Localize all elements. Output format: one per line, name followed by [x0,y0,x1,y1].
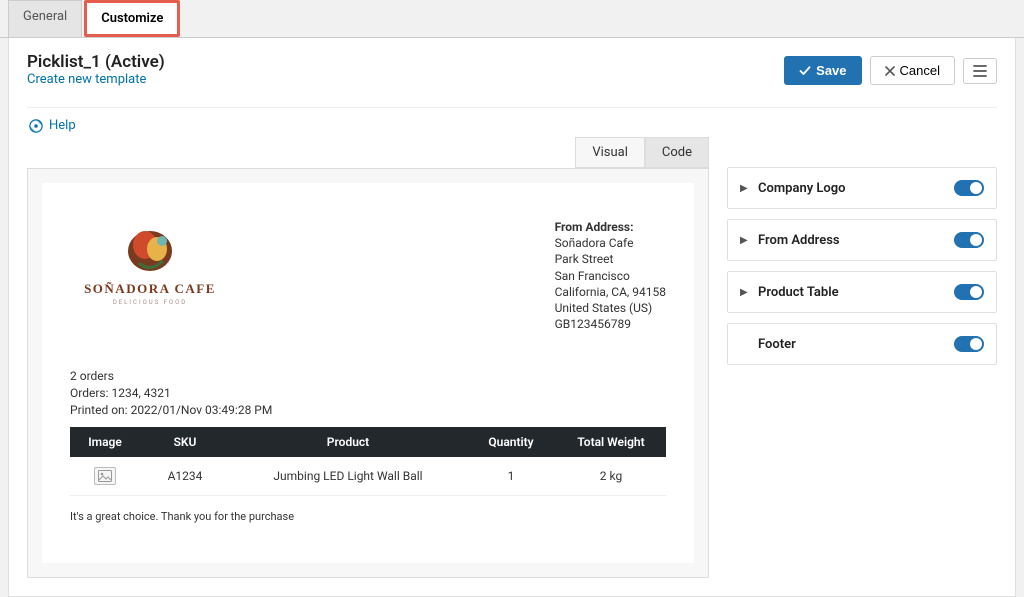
preview-tabs: Visual Code [27,137,709,168]
panel-company-logo[interactable]: ▶ Company Logo [727,167,997,209]
save-button-label: Save [816,63,846,78]
from-address-line: United States (US) [555,300,666,316]
th-qty: Quantity [466,427,556,457]
panel-label: Company Logo [758,181,944,196]
cell-qty: 1 [466,457,556,496]
save-button[interactable]: Save [784,56,861,85]
from-address-label: From Address: [555,219,666,235]
company-logo-block: SOÑADORA CAFE DELICIOUS FOOD [70,219,230,332]
orders-summary: 2 orders Orders: 1234, 4321 Printed on: … [70,368,666,418]
company-logo-name: SOÑADORA CAFE [70,281,230,297]
create-template-link[interactable]: Create new template [27,72,146,87]
cell-product: Jumbing LED Light Wall Ball [230,457,466,496]
content-card: Picklist_1 (Active) Create new template … [8,38,1016,597]
th-weight: Total Weight [556,427,666,457]
toggle-footer[interactable] [954,336,984,352]
preview-column: Visual Code [27,137,709,578]
cell-sku: A1234 [140,457,230,496]
company-logo-tagline: DELICIOUS FOOD [70,299,230,306]
tab-general[interactable]: General [8,0,82,37]
toggle-from-address[interactable] [954,232,984,248]
orders-list: Orders: 1234, 4321 [70,385,666,402]
panel-label: Footer [758,337,944,352]
main-tabs: General Customize [0,0,1024,38]
preview-tab-code[interactable]: Code [645,137,709,168]
from-address-line: GB123456789 [555,316,666,332]
hamburger-icon [973,65,987,77]
cell-image [70,457,140,496]
table-row: A1234 Jumbing LED Light Wall Ball 1 2 kg [70,457,666,496]
orders-printed: Printed on: 2022/01/Nov 03:49:28 PM [70,402,666,419]
help-icon [29,119,43,133]
product-table: Image SKU Product Quantity Total Weight [70,427,666,496]
menu-button[interactable] [963,58,997,84]
from-address-line: Park Street [555,251,666,267]
button-row: Save Cancel [784,56,997,85]
panel-footer[interactable]: ▶ Footer [727,323,997,365]
preview-tab-visual[interactable]: Visual [575,137,645,168]
tab-customize[interactable]: Customize [84,0,180,37]
chevron-right-icon: ▶ [740,235,748,246]
toggle-company-logo[interactable] [954,180,984,196]
panel-label: Product Table [758,285,944,300]
cancel-button-label: Cancel [900,63,940,78]
preview-box: SOÑADORA CAFE DELICIOUS FOOD From Addres… [27,168,709,578]
help-link[interactable]: Help [27,118,997,133]
th-product: Product [230,427,466,457]
panel-product-table[interactable]: ▶ Product Table [727,271,997,313]
toggle-product-table[interactable] [954,284,984,300]
page-title: Picklist_1 (Active) [27,52,165,72]
help-label: Help [49,118,76,133]
panel-from-address[interactable]: ▶ From Address [727,219,997,261]
from-address-line: California, CA, 94158 [555,284,666,300]
footer-note: It's a great choice. Thank you for the p… [70,510,666,523]
th-image: Image [70,427,140,457]
check-icon [799,65,811,77]
cell-weight: 2 kg [556,457,666,496]
panel-label: From Address [758,233,944,248]
image-placeholder-icon [94,467,116,485]
th-sku: SKU [140,427,230,457]
chevron-right-icon: ▶ [740,183,748,194]
company-logo-image [115,219,185,279]
cancel-button[interactable]: Cancel [870,56,955,85]
workarea: Visual Code [27,137,997,578]
from-address-line: San Francisco [555,268,666,284]
orders-count: 2 orders [70,368,666,385]
from-address-block: From Address: Soñadora Cafe Park Street … [555,219,666,332]
title-block: Picklist_1 (Active) Create new template [27,52,165,87]
chevron-right-icon: ▶ [740,287,748,298]
side-column: ▶ Company Logo ▶ From Address ▶ Pr [727,137,997,578]
from-address-line: Soñadora Cafe [555,235,666,251]
header-row: Picklist_1 (Active) Create new template … [27,52,997,108]
document-preview: SOÑADORA CAFE DELICIOUS FOOD From Addres… [42,183,694,563]
close-icon [885,66,895,76]
